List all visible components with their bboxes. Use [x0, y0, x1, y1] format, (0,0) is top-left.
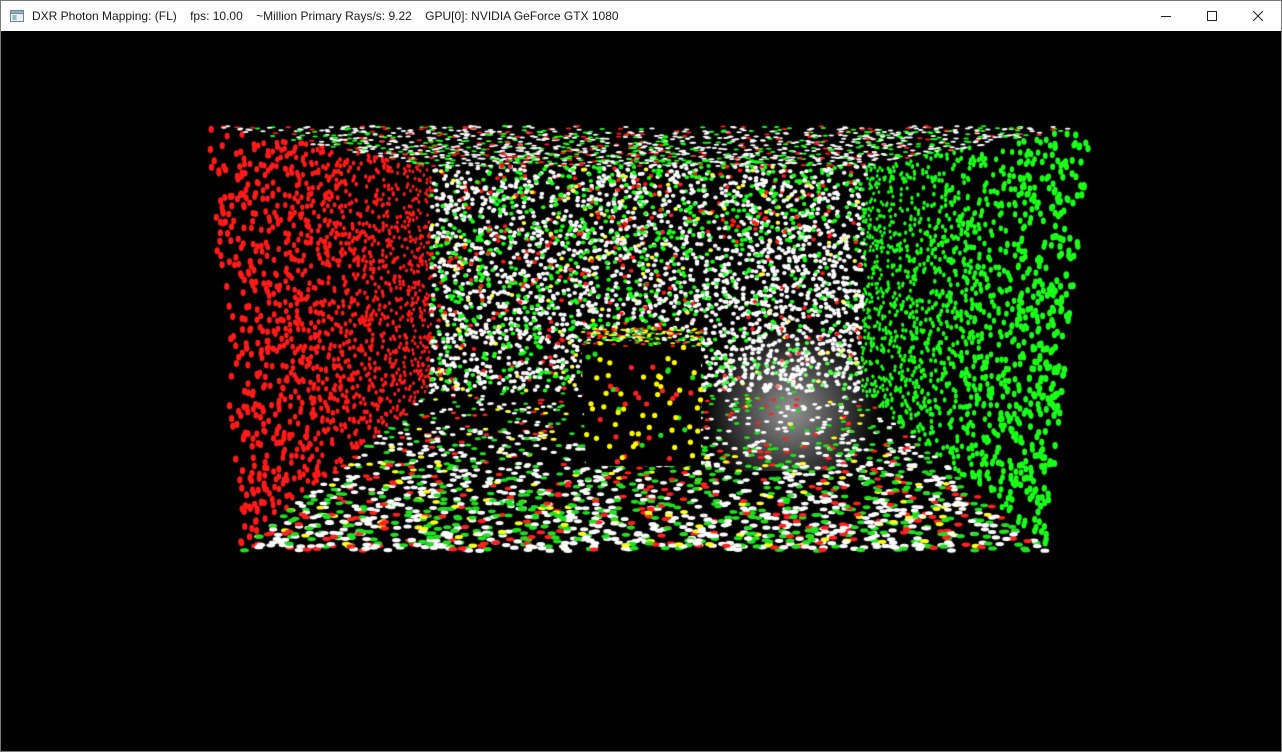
- close-icon: [1253, 11, 1263, 21]
- caption-buttons: [1143, 1, 1281, 31]
- app-window: DXR Photon Mapping: (FL) fps: 10.00 ~Mil…: [0, 0, 1282, 752]
- maximize-icon: [1207, 11, 1217, 21]
- title-bar[interactable]: DXR Photon Mapping: (FL) fps: 10.00 ~Mil…: [1, 1, 1281, 31]
- window-title: DXR Photon Mapping: (FL) fps: 10.00 ~Mil…: [32, 9, 619, 23]
- app-window-icon: [10, 10, 24, 22]
- close-button[interactable]: [1235, 1, 1281, 31]
- minimize-icon: [1161, 11, 1171, 21]
- maximize-button[interactable]: [1189, 1, 1235, 31]
- photon-render-canvas[interactable]: [1, 31, 1281, 751]
- minimize-button[interactable]: [1143, 1, 1189, 31]
- render-viewport[interactable]: [1, 31, 1281, 751]
